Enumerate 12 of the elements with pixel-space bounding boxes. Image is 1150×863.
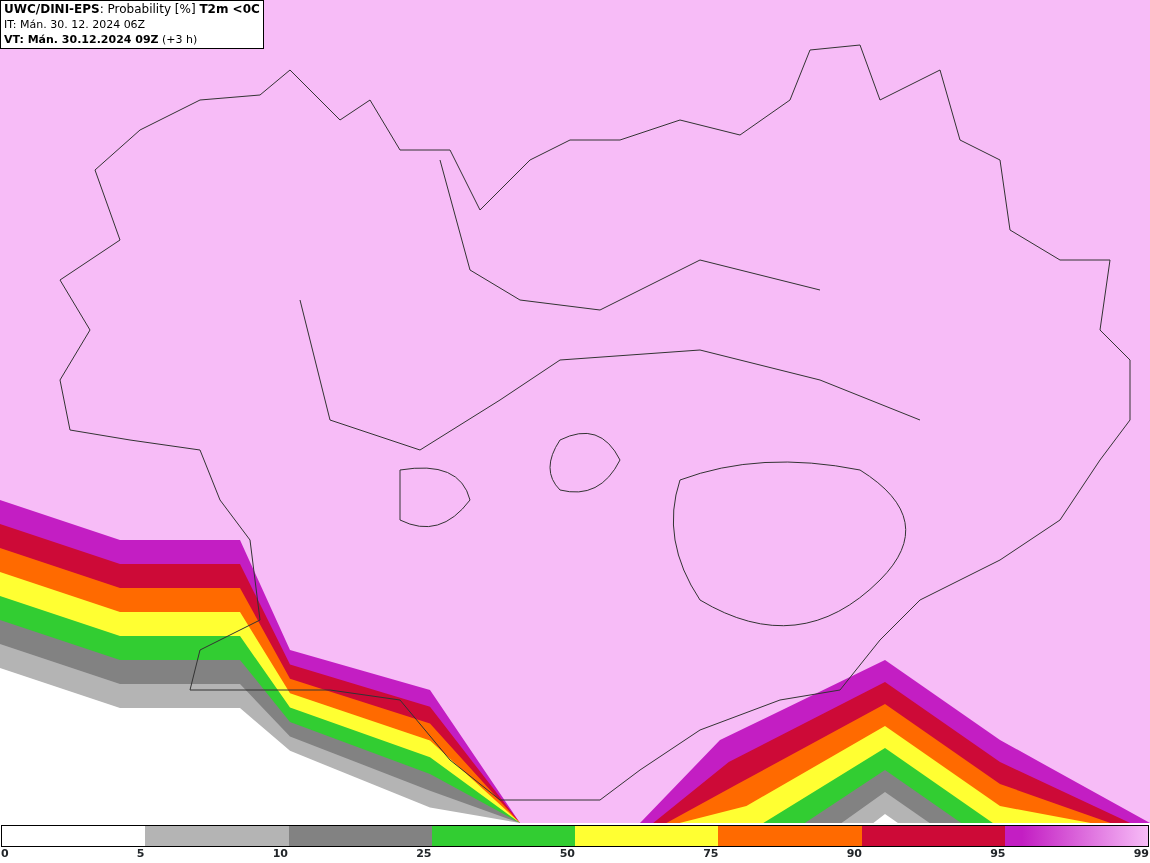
scale-tick-label: 25 [416,847,432,861]
scale-tick-label: 90 [846,847,862,861]
scale-tick-label: 50 [559,847,575,861]
scale-tick-label: 75 [703,847,719,861]
scale-tick-label: 95 [990,847,1006,861]
scale-tick-label: 5 [136,847,145,861]
scale-tick-label: 10 [272,847,288,861]
valid-time: VT: Mán. 30.12.2024 09Z (+3 h) [4,32,199,47]
map-title: UWC/DINI-EPS: Probability [%] T2m <0C [4,2,260,17]
scale-tick-label: 99 [1133,847,1149,861]
init-time: IT: Mán. 30. 12. 2024 06Z [4,17,147,32]
scale-tick-label: 0 [1,847,9,861]
